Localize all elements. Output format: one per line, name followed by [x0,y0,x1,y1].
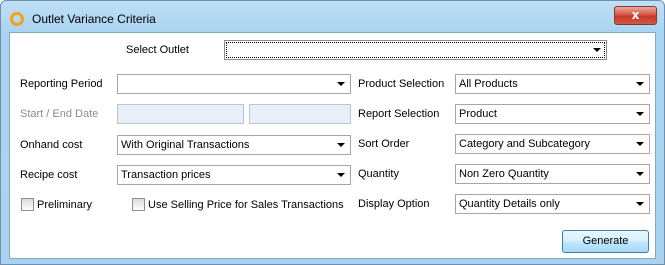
title-bar[interactable]: Outlet Variance Criteria [1,1,664,33]
start-end-date-label: Start / End Date [20,108,99,120]
chevron-down-icon [593,48,601,52]
chevron-down-icon [636,112,644,116]
window-title: Outlet Variance Criteria [32,12,156,26]
use-selling-price-label: Use Selling Price for Sales Transactions [148,199,344,211]
select-outlet-label: Select Outlet [126,44,189,56]
use-selling-price-checkbox[interactable] [132,198,145,211]
reporting-period-label: Reporting Period [20,78,103,90]
quantity-dropdown[interactable]: Non Zero Quantity [455,164,650,184]
chevron-down-icon [636,82,644,86]
preliminary-label: Preliminary [37,199,93,211]
sort-order-value: Category and Subcategory [459,138,590,150]
sort-order-dropdown[interactable]: Category and Subcategory [455,134,650,154]
reporting-period-dropdown[interactable] [117,74,351,94]
product-selection-label: Product Selection [358,78,445,90]
display-option-label: Display Option [358,198,430,210]
report-selection-dropdown[interactable]: Product [455,104,650,124]
recipe-cost-value: Transaction prices [121,169,211,181]
onhand-cost-label: Onhand cost [20,139,83,151]
app-ring-icon [10,12,24,26]
quantity-label: Quantity [358,168,399,180]
onhand-cost-dropdown[interactable]: With Original Transactions [117,135,351,155]
product-selection-dropdown[interactable]: All Products [455,74,650,94]
start-date-field [117,104,244,124]
quantity-value: Non Zero Quantity [459,168,549,180]
recipe-cost-label: Recipe cost [20,169,78,181]
onhand-cost-value: With Original Transactions [121,139,250,151]
chevron-down-icon [636,202,644,206]
chevron-down-icon [337,82,345,86]
chevron-down-icon [636,142,644,146]
select-outlet-dropdown[interactable] [224,40,607,60]
end-date-field [249,104,351,124]
chevron-down-icon [337,173,345,177]
sort-order-label: Sort Order [358,138,410,150]
report-selection-label: Report Selection [358,108,440,120]
report-selection-value: Product [459,108,497,120]
chevron-down-icon [636,172,644,176]
display-option-dropdown[interactable]: Quantity Details only [455,194,650,214]
product-selection-value: All Products [459,78,518,90]
chevron-down-icon [337,143,345,147]
preliminary-checkbox[interactable] [21,198,34,211]
close-button[interactable]: x [614,6,657,25]
display-option-value: Quantity Details only [459,198,560,210]
generate-button[interactable]: Generate [562,230,649,253]
recipe-cost-dropdown[interactable]: Transaction prices [117,165,351,185]
